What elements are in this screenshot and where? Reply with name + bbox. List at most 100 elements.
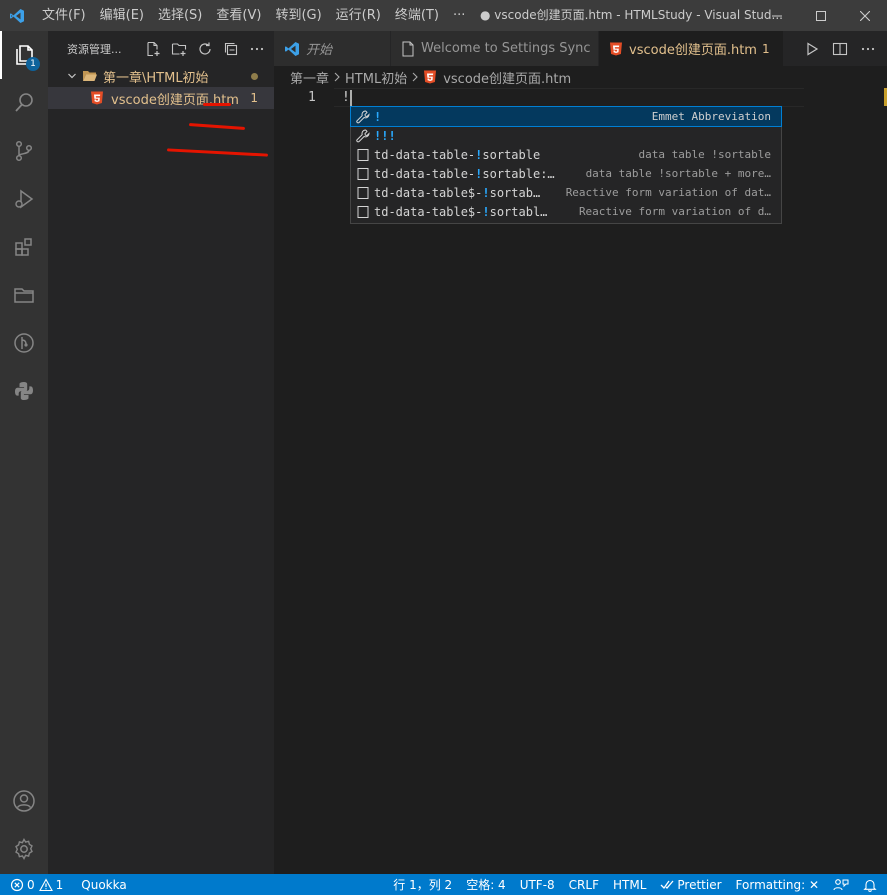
run-debug-button[interactable] xyxy=(0,175,48,223)
breadcrumb-subfolder[interactable]: HTML初始 xyxy=(345,68,407,87)
source-control-icon xyxy=(15,140,33,162)
tree-folder[interactable]: 第一章\HTML初始 xyxy=(48,65,274,87)
editor-more-button[interactable] xyxy=(857,38,879,60)
html5-file-icon xyxy=(609,42,623,56)
breadcrumb-file[interactable]: vscode创建页面.htm xyxy=(443,68,571,87)
file-problem-count: 1 xyxy=(250,91,258,105)
warning-count: 1 xyxy=(55,877,64,892)
end-of-line[interactable]: CRLF xyxy=(562,874,606,895)
formatting-status[interactable]: Formatting: ✕ xyxy=(729,874,826,895)
suggestion-label: td-data-table-!sortable xyxy=(374,147,541,162)
suggestion-label: td-data-table$-!sortab… xyxy=(374,185,541,200)
manage-settings-button[interactable] xyxy=(0,825,48,873)
suggestion-item[interactable]: !!! xyxy=(351,126,781,145)
menu-edit[interactable]: 编辑(E) xyxy=(93,0,151,31)
search-button[interactable] xyxy=(0,79,48,127)
explorer-badge: 1 xyxy=(26,57,40,71)
split-editor-button[interactable] xyxy=(829,38,851,60)
encoding[interactable]: UTF-8 xyxy=(513,874,562,895)
menu-go[interactable]: 转到(G) xyxy=(268,0,328,31)
tab-welcome-start[interactable]: 开始 xyxy=(274,31,391,66)
menu-view[interactable]: 查看(V) xyxy=(209,0,268,31)
title-bar: 文件(F) 编辑(E) 选择(S) 查看(V) 转到(G) 运行(R) 终端(T… xyxy=(0,0,887,31)
notifications-button[interactable] xyxy=(856,874,887,895)
settings-gear-icon xyxy=(15,838,33,860)
suggestion-item[interactable]: td-data-table$-!sortabl… Reactive form v… xyxy=(351,202,781,221)
suggestion-label: td-data-table$-!sortabl… xyxy=(374,204,548,219)
menu-more[interactable]: ··· xyxy=(446,0,472,31)
python-icon xyxy=(15,382,33,400)
run-file-button[interactable] xyxy=(801,38,823,60)
search-icon xyxy=(15,93,33,112)
remote-explorer-icon xyxy=(14,288,34,303)
git-graph-button[interactable] xyxy=(0,319,48,367)
tab-settings-sync[interactable]: Welcome to Settings Sync xyxy=(391,31,599,66)
extensions-button[interactable] xyxy=(0,223,48,271)
suggestion-item[interactable]: ! Emmet Abbreviation xyxy=(350,106,782,127)
suggestion-item[interactable]: td-data-table-!sortable data table !sort… xyxy=(351,145,781,164)
suggestion-detail: Emmet Abbreviation xyxy=(651,110,771,123)
activity-bar: 1 xyxy=(0,31,48,874)
language-mode[interactable]: HTML xyxy=(606,874,653,895)
menu-terminal[interactable]: 终端(T) xyxy=(388,0,446,31)
python-button[interactable] xyxy=(0,367,48,415)
annotation-underline xyxy=(203,103,231,106)
maximize-button[interactable] xyxy=(799,0,843,31)
breadcrumb-folder[interactable]: 第一章 xyxy=(290,68,329,87)
snippet-icon xyxy=(355,204,371,220)
prettier-status[interactable]: Prettier xyxy=(653,874,728,895)
modified-dot xyxy=(251,72,258,80)
quokka-status[interactable]: Quokka xyxy=(74,874,133,895)
sidebar-actions xyxy=(142,31,268,66)
problems-status[interactable]: 0 1 xyxy=(0,874,70,895)
ellipsis-icon xyxy=(861,47,875,50)
suggestion-label: td-data-table-!sortable:… xyxy=(374,166,555,181)
file-icon xyxy=(401,41,415,57)
suggestion-item[interactable]: td-data-table$-!sortab… Reactive form va… xyxy=(351,183,781,202)
explorer-button[interactable]: 1 xyxy=(0,31,48,79)
tree-file[interactable]: vscode创建页面.htm 1 xyxy=(48,87,274,109)
feedback-person-icon xyxy=(833,878,849,890)
cursor-position[interactable]: 行 1，列 2 xyxy=(386,874,459,895)
chevron-down-icon xyxy=(64,71,80,81)
snippet-icon xyxy=(355,147,371,163)
menu-bar: 文件(F) 编辑(E) 选择(S) 查看(V) 转到(G) 运行(R) 终端(T… xyxy=(34,0,472,31)
prettier-label: Prettier xyxy=(677,877,722,892)
feedback-button[interactable] xyxy=(826,874,856,895)
suggestion-detail: data table !sortable + more… xyxy=(585,167,771,180)
suggestion-label: !!! xyxy=(374,128,396,143)
minimize-button[interactable] xyxy=(755,0,799,31)
folder-open-icon xyxy=(82,69,98,83)
menu-selection[interactable]: 选择(S) xyxy=(151,0,209,31)
collapse-folders-button[interactable] xyxy=(220,38,242,60)
account-button[interactable] xyxy=(0,777,48,825)
ellipsis-icon xyxy=(250,47,264,50)
collapse-all-icon xyxy=(224,42,238,55)
suggestion-detail: Reactive form variation of d… xyxy=(578,205,771,218)
refresh-explorer-button[interactable] xyxy=(194,38,216,60)
explorer-sidebar: 资源管理... 第一章\HTML初始 vscode创建页面.htm 1 xyxy=(48,31,274,874)
more-actions-button[interactable] xyxy=(246,38,268,60)
source-control-button[interactable] xyxy=(0,127,48,175)
tab-active-file[interactable]: vscode创建页面.htm 1 xyxy=(599,31,784,66)
remote-explorer-button[interactable] xyxy=(0,271,48,319)
suggestion-label: ! xyxy=(374,109,382,124)
folder-name: 第一章\HTML初始 xyxy=(103,70,209,86)
indentation[interactable]: 空格: 4 xyxy=(459,874,513,895)
html5-file-icon xyxy=(423,70,437,84)
tab-label: 开始 xyxy=(306,43,333,58)
bell-icon xyxy=(863,879,877,892)
error-icon xyxy=(10,878,24,891)
menu-file[interactable]: 文件(F) xyxy=(34,0,93,31)
code-line-text[interactable]: ! xyxy=(342,90,350,105)
vscode-logo-icon xyxy=(0,0,34,31)
menu-run[interactable]: 运行(R) xyxy=(329,0,388,31)
close-window-button[interactable] xyxy=(843,0,887,31)
chevron-right-icon xyxy=(333,72,341,82)
new-file-button[interactable] xyxy=(142,38,164,60)
minimize-icon xyxy=(772,15,782,16)
new-folder-button[interactable] xyxy=(168,38,190,60)
chevron-right-icon xyxy=(411,72,419,82)
suggestion-item[interactable]: td-data-table-!sortable:… data table !so… xyxy=(351,164,781,183)
annotation-stroke xyxy=(188,123,246,130)
